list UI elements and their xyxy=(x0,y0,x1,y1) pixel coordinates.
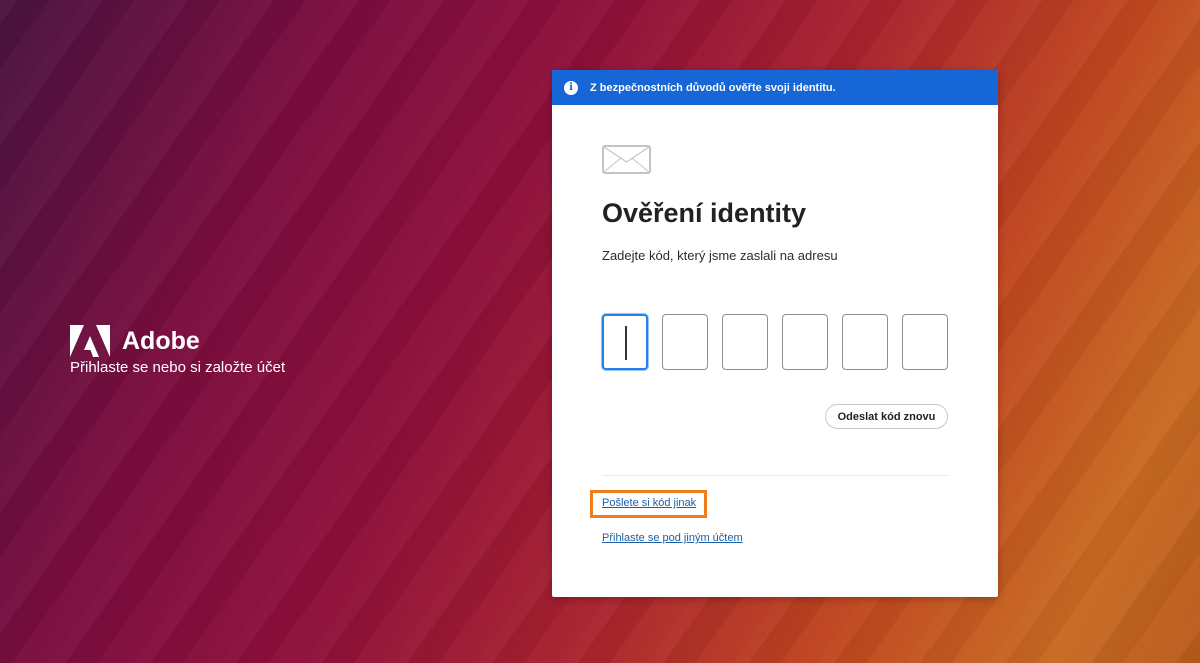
info-icon: i xyxy=(564,80,578,95)
code-digit-6[interactable] xyxy=(902,314,948,370)
security-banner: i Z bezpečnostních důvodů ověřte svoji i… xyxy=(552,70,998,105)
identity-verification-card: i Z bezpečnostních důvodů ověřte svoji i… xyxy=(552,70,998,597)
code-digit-4[interactable] xyxy=(782,314,828,370)
code-digit-2[interactable] xyxy=(662,314,708,370)
banner-text: Z bezpečnostních důvodů ověřte svoji ide… xyxy=(590,81,836,94)
adobe-logo-icon xyxy=(70,325,110,357)
envelope-icon xyxy=(602,145,651,174)
brand-name: Adobe xyxy=(122,326,200,355)
divider xyxy=(602,475,948,476)
sign-in-other-account-link[interactable]: Přihlaste se pod jiným účtem xyxy=(602,532,743,544)
code-input-group xyxy=(602,314,948,370)
text-caret xyxy=(625,326,627,360)
instruction-text: Zadejte kód, který jsme zaslali na adres… xyxy=(602,248,838,263)
send-code-another-way-link[interactable]: Pošlete si kód jinak xyxy=(602,497,696,509)
page-title: Ověření identity xyxy=(602,198,807,228)
brand-subtitle: Přihlaste se nebo si založte účet xyxy=(70,359,286,376)
code-digit-1[interactable] xyxy=(602,314,648,370)
code-digit-5[interactable] xyxy=(842,314,888,370)
adobe-brand: Adobe Přihlaste se nebo si založte účet xyxy=(70,325,285,376)
code-digit-3[interactable] xyxy=(722,314,768,370)
resend-code-button[interactable]: Odeslat kód znovu xyxy=(825,404,948,429)
